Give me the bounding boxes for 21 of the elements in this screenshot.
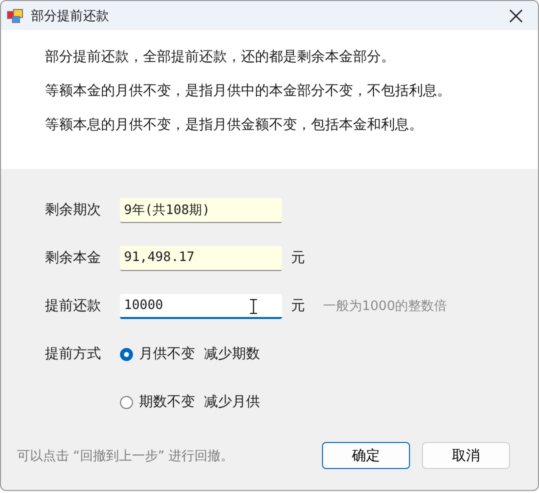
input-field[interactable]: 91,498.17 [120, 246, 282, 270]
field-label: 剩余本金 [45, 249, 102, 267]
app-icon [7, 8, 23, 24]
field-label: 剩余期次 [45, 201, 102, 219]
hint-text: 一般为1000的整数倍 [323, 298, 448, 315]
text-cursor-icon [250, 298, 257, 314]
info-text: 等额本金的月供不变，是指月供中的本金部分不变，不包括利息。 [45, 82, 452, 101]
input-field[interactable]: 9年(共108期) [120, 198, 282, 222]
field-label: 提前还款 [45, 297, 102, 315]
input-field[interactable]: 10000 [120, 294, 282, 318]
unit-label: 元 [291, 249, 305, 267]
radio-icon[interactable] [120, 396, 133, 408]
info-text: 部分提前还款，全部提前还款，还的都是剩余本金部分。 [45, 48, 396, 67]
dialog-button[interactable]: 取消 [422, 442, 510, 469]
radio-icon[interactable] [120, 348, 133, 360]
window-title: 部分提前还款 [31, 8, 110, 24]
info-text: 等额本息的月供不变，是指月供金额不变，包括本金和利息。 [45, 116, 424, 135]
hint-text: 可以点击 “回撤到上一步” 进行回撤。 [17, 448, 235, 464]
unit-label: 元 [291, 297, 305, 315]
dialog-button[interactable]: 确定 [322, 442, 410, 469]
field-label: 提前方式 [45, 345, 102, 363]
